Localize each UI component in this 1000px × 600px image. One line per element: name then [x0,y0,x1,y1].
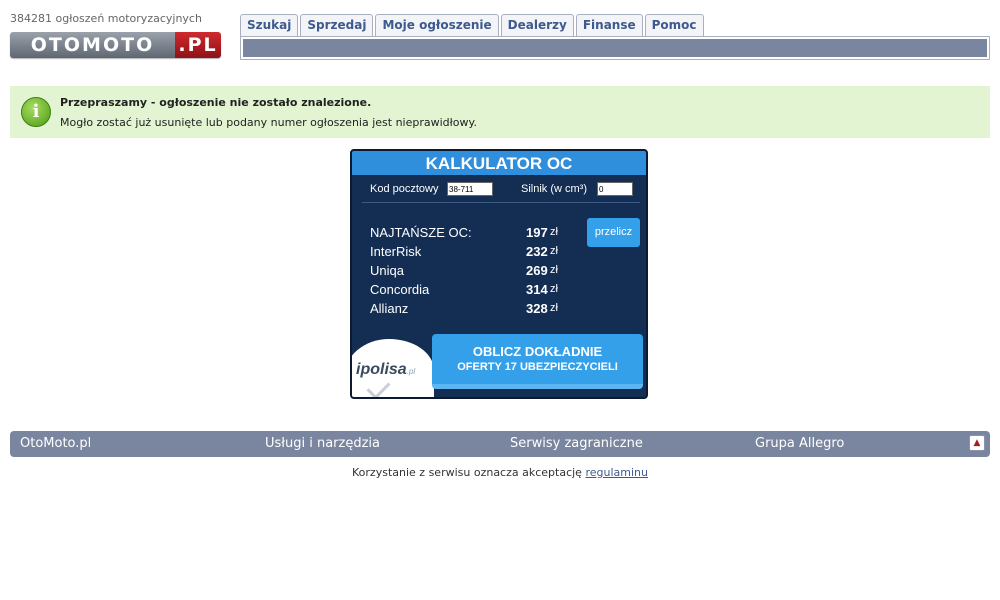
footer-link-services[interactable]: Usługi i narzędzia [265,436,380,451]
postal-code-label: Kod pocztowy [370,183,439,195]
quote-price: 232 [526,244,548,259]
quote-currency: zł [550,226,558,238]
quote-currency: zł [550,283,558,295]
tab-dealerzy[interactable]: Dealerzy [500,14,574,36]
ipolisa-logo[interactable]: ipolisa.pl [352,339,434,397]
quote-currency: zł [550,302,558,314]
terms-text: Korzystanie z serwisu oznacza akceptację [352,466,582,479]
cta-subtitle: OFERTY 17 UBEZPIECZYCIELI [457,361,618,373]
logo-text: OTOMOTO [30,34,155,56]
quote-currency: zł [550,264,558,276]
tab-moje-ogloszenie[interactable]: Moje ogłoszenie [375,14,499,36]
calculator-title: KALKULATOR OC [352,151,646,175]
quote-list: NAJTAŃSZE OC: 197 zł InterRisk 232 zł Un… [370,225,570,320]
engine-input[interactable] [597,182,633,196]
quote-label: InterRisk [370,244,422,259]
ipolisa-logo-suffix: .pl [406,367,416,376]
nav-tabs: Szukaj Sprzedaj Moje ogłoszenie Dealerzy… [240,14,990,36]
tab-pomoc[interactable]: Pomoc [644,14,704,36]
quote-row: InterRisk 232 zł [370,244,570,263]
tab-sprzedaj[interactable]: Sprzedaj [300,14,374,36]
quote-price: 314 [526,282,548,297]
quote-price: 197 [526,225,548,240]
terms-notice: Korzystanie z serwisu oznacza akceptację… [0,466,1000,479]
post-count: 384281 ogłoszeń motoryzacyjnych [10,12,202,25]
nav-subbar [240,36,990,60]
notice-text: Mogło zostać już usunięte lub podany num… [60,116,477,129]
quote-row: Uniqa 269 zł [370,263,570,282]
footer-link-otomoto[interactable]: OtoMoto.pl [20,436,91,451]
quote-label: NAJTAŃSZE OC: [370,225,472,240]
chevron-down-icon [366,375,391,397]
quote-row: Concordia 314 zł [370,282,570,301]
divider [362,202,640,203]
otomoto-logo[interactable]: OTOMOTO .PL [10,32,221,58]
terms-link[interactable]: regulaminu [585,466,648,479]
notice-title: Przepraszamy - ogłoszenie nie zostało zn… [60,96,372,109]
main-nav: Szukaj Sprzedaj Moje ogłoszenie Dealerzy… [240,14,990,60]
cta-title: OBLICZ DOKŁADNIE [472,344,603,359]
calculate-exact-button[interactable]: OBLICZ DOKŁADNIE OFERTY 17 UBEZPIECZYCIE… [432,334,643,389]
tab-szukaj[interactable]: Szukaj [240,14,299,36]
logo-domain: .PL [178,34,218,56]
quote-row: Allianz 328 zł [370,301,570,320]
footer-link-foreign-sites[interactable]: Serwisy zagraniczne [510,436,643,451]
oc-calculator: KALKULATOR OC Kod pocztowy Silnik (w cm³… [350,149,648,399]
quote-label: Uniqa [370,263,404,278]
quote-price: 269 [526,263,548,278]
calculator-form: Kod pocztowy Silnik (w cm³) [352,179,646,201]
postal-code-input[interactable] [447,182,493,196]
quote-row: NAJTAŃSZE OC: 197 zł [370,225,570,244]
not-found-notice: i Przepraszamy - ogłoszenie nie zostało … [10,86,990,138]
tab-finanse[interactable]: Finanse [575,14,643,36]
footer-link-allegro-group[interactable]: Grupa Allegro [755,436,844,451]
quote-price: 328 [526,301,548,316]
recalculate-button[interactable]: przelicz [587,218,640,247]
quote-label: Allianz [370,301,409,316]
info-icon: i [21,97,51,127]
quote-label: Concordia [370,282,430,297]
arrow-up-icon[interactable]: ▲ [969,435,985,451]
footer-bar: OtoMoto.pl Usługi i narzędzia Serwisy za… [10,431,990,457]
quote-currency: zł [550,245,558,257]
engine-label: Silnik (w cm³) [521,183,587,195]
